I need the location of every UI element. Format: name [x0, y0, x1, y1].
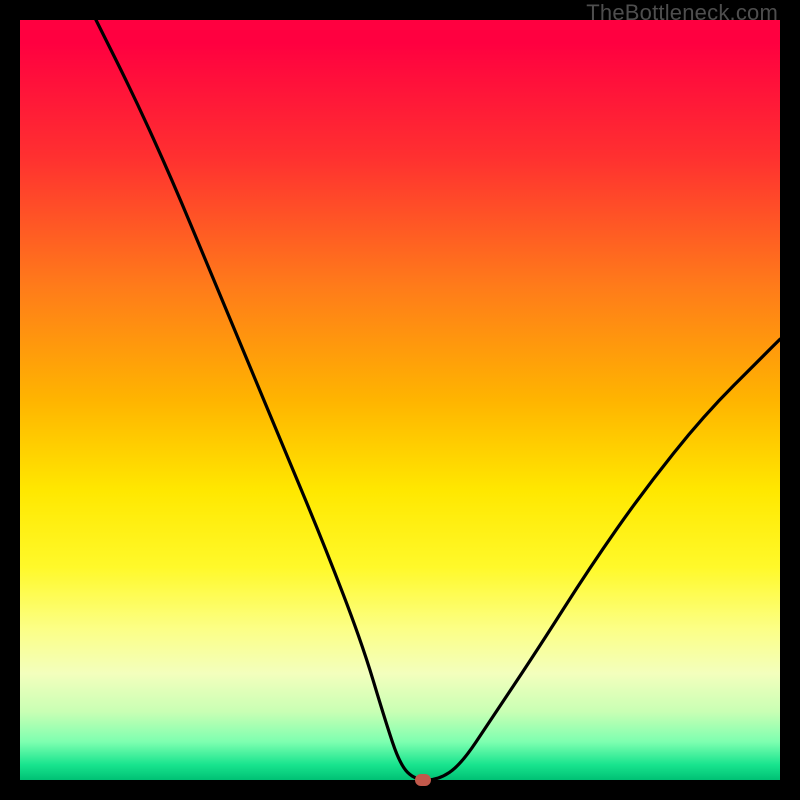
plot-area: [20, 20, 780, 780]
chart-frame: TheBottleneck.com: [0, 0, 800, 800]
curve-svg: [20, 20, 780, 780]
minimum-marker: [415, 774, 431, 786]
bottleneck-curve-path: [96, 20, 780, 780]
